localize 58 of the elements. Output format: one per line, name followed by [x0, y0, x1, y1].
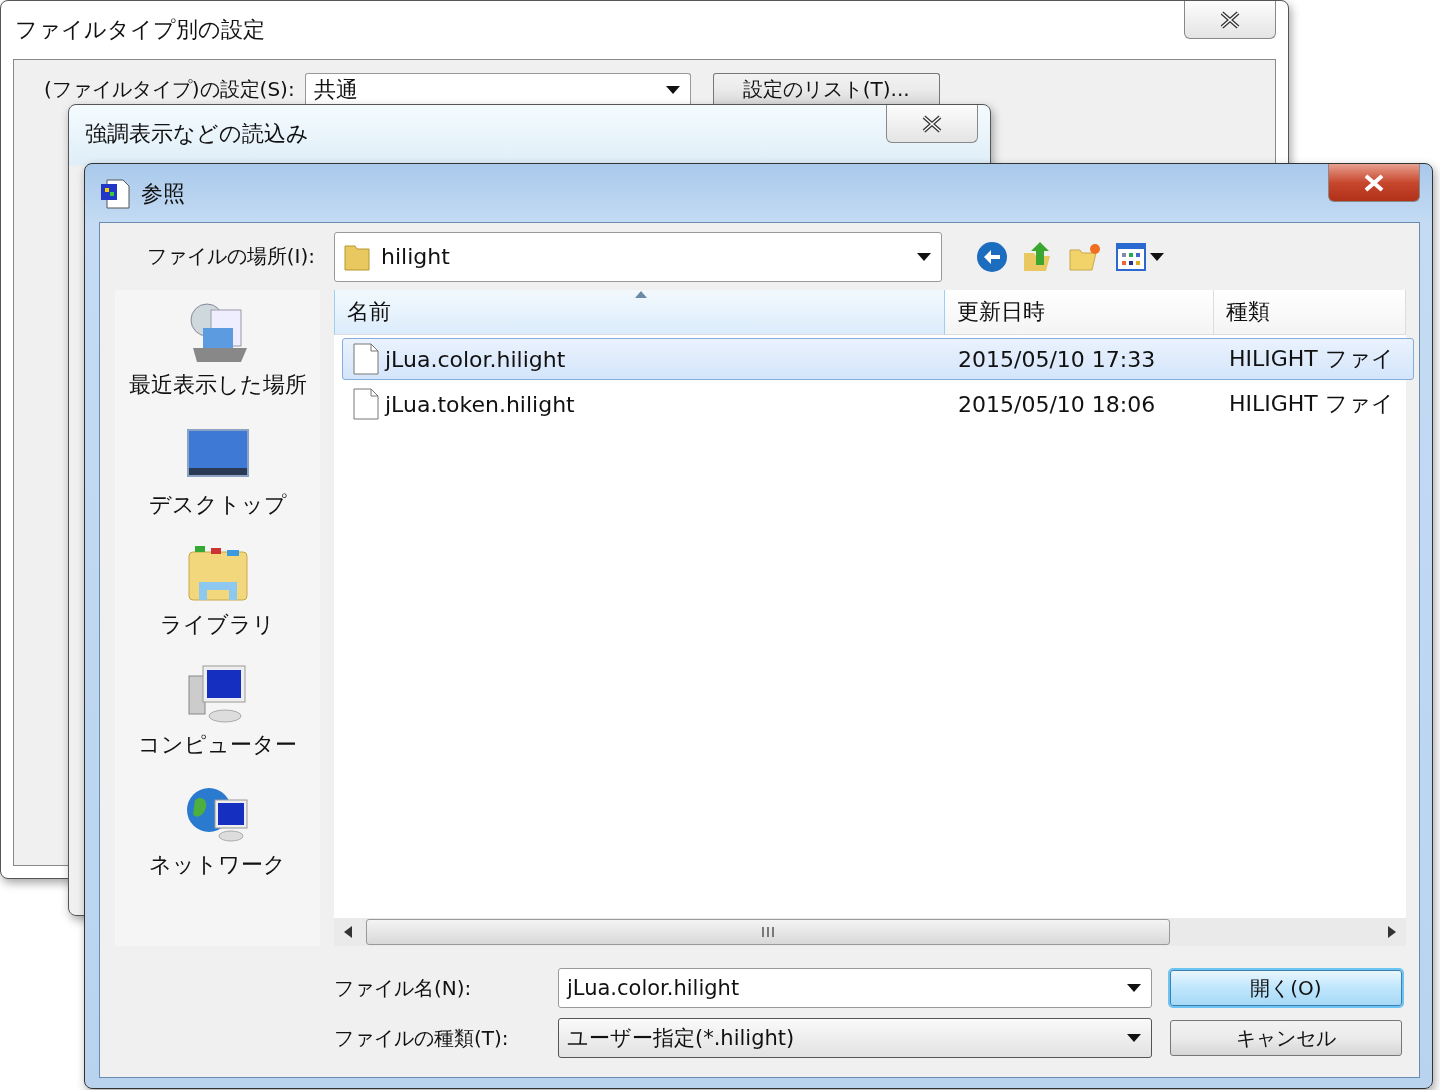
new-folder-icon[interactable]	[1068, 241, 1102, 272]
file-icon	[353, 343, 379, 375]
place-item[interactable]: 最近表示した場所	[128, 302, 307, 400]
view-icon	[1116, 242, 1146, 271]
column-header[interactable]: 種類	[1214, 290, 1406, 335]
field-value: jLua.color.hilight	[567, 976, 740, 1000]
column-header[interactable]: 更新日時	[945, 290, 1214, 335]
filetype-dropdown[interactable]: ユーザー指定(*.hilight)	[558, 1018, 1152, 1058]
place-item[interactable]: ライブラリ	[160, 542, 275, 640]
close-button[interactable]	[1328, 164, 1420, 202]
file-icon	[353, 388, 379, 420]
horizontal-scrollbar[interactable]	[334, 918, 1406, 946]
caret-icon	[665, 85, 680, 94]
dropdown-value: ユーザー指定(*.hilight)	[567, 1025, 795, 1052]
window-title: 参照	[141, 180, 185, 208]
file-name: jLua.token.hilight	[385, 391, 575, 417]
window-title: 強調表示などの読込み	[85, 120, 309, 148]
place-item[interactable]: コンピューター	[138, 662, 297, 760]
caret-icon	[1127, 984, 1141, 992]
location-label: ファイルの場所(I):	[145, 243, 315, 270]
close-icon	[1219, 10, 1241, 29]
place-item[interactable]: ネットワーク	[149, 782, 286, 880]
file-name: jLua.color.hilight	[385, 346, 566, 372]
filename-field[interactable]: jLua.color.hilight	[558, 968, 1152, 1008]
scroll-thumb[interactable]	[366, 919, 1170, 945]
filetype-label: ファイルの種類(T):	[334, 1024, 510, 1052]
location-dropdown[interactable]: hilight	[334, 231, 942, 282]
settings-list-button[interactable]: 設定のリスト(T)...	[712, 73, 940, 105]
caret-icon	[1150, 252, 1164, 261]
cancel-button[interactable]: キャンセル	[1170, 1020, 1402, 1056]
filetype-label: (ファイルタイプ)の設定(S):	[44, 75, 295, 103]
place-item[interactable]: デスクトップ	[148, 422, 287, 520]
close-button[interactable]	[886, 105, 978, 143]
close-icon	[1363, 173, 1385, 192]
type-cell-text: HILIGHT ファイ	[1228, 345, 1395, 373]
modified-cell-text: 2015/05/10 18:06	[957, 390, 1157, 419]
view-menu-button[interactable]	[1116, 242, 1164, 271]
caret-icon	[1127, 1034, 1141, 1042]
file-row[interactable]: jLua.color.hilight 2015/05/10 17:33 HILIGHT ファイ	[342, 338, 1414, 380]
dropdown-value: hilight	[381, 244, 450, 269]
scroll-left-icon	[344, 926, 352, 938]
scroll-right-icon	[1388, 926, 1396, 938]
sort-arrow-icon	[635, 291, 647, 298]
open-button[interactable]: 開く(O)	[1170, 970, 1402, 1006]
filetype-dropdown[interactable]: 共通	[304, 73, 691, 105]
window-title: ファイルタイプ別の設定	[15, 16, 265, 44]
close-button[interactable]	[1184, 1, 1276, 39]
document-icon	[99, 178, 131, 210]
dropdown-value: 共通	[313, 75, 358, 104]
modified-cell-text: 2015/05/10 17:33	[957, 345, 1157, 374]
type-cell-text: HILIGHT ファイ	[1228, 390, 1395, 418]
back-icon[interactable]	[976, 240, 1008, 273]
caret-icon	[917, 252, 931, 261]
column-header[interactable]: 名前	[334, 290, 945, 335]
close-icon	[921, 114, 943, 133]
file-row[interactable]: jLua.token.hilight 2015/05/10 18:06 HILIGHT ファイ	[342, 383, 1414, 425]
filename-label: ファイル名(N):	[334, 974, 473, 1002]
grip-icon	[761, 927, 775, 937]
